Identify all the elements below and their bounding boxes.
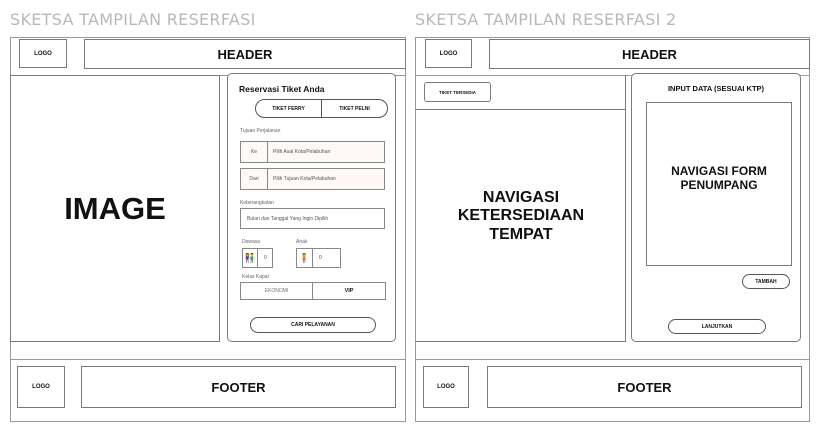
footer-divider [10,359,406,360]
ticket-type-toggle: TIKET FERRY TIKET PELNI [255,99,388,118]
image-placeholder: IMAGE [10,75,220,342]
tab-ticket-ferry[interactable]: TIKET FERRY [256,100,322,117]
adult-value: 0 [264,255,267,261]
footer-divider-2 [415,359,810,360]
adult-label: Dewasa [242,239,261,245]
footer-logo[interactable]: LOGO [17,366,65,408]
child-label: Anak [296,239,308,245]
tab-ticket-pelni[interactable]: TIKET PELNI [322,100,387,117]
class-selector: EKONOMI VIP [240,282,386,300]
child-counter[interactable]: 🧍 0 [296,248,341,268]
passenger-form-area: NAVIGASI FORM PENUMPANG [646,102,792,266]
class-economy-option[interactable]: EKONOMI [241,283,313,299]
child-value: 0 [319,255,322,261]
to-label: Ke [241,142,268,162]
footer-2: FOOTER [487,366,802,408]
class-label: Kelas Kapal [242,274,269,280]
add-button[interactable]: TAMBAH [742,274,790,289]
footer: FOOTER [81,366,396,408]
footer-logo-2[interactable]: LOGO [423,366,469,408]
search-service-button[interactable]: CARI PELAYANAN [250,317,376,333]
passenger-form-navigation: NAVIGASI FORM PENUMPANG [671,164,767,192]
input-data-title: INPUT DATA (SESUAI KTP) [667,84,765,93]
sketch1-title: SKETSA TAMPILAN RESERFASI [10,10,256,29]
adults-icon: 👫 [243,249,258,267]
header: HEADER [84,39,406,69]
from-field[interactable]: Dari Pilih Tujuan Kota/Pelabuhan [240,168,385,190]
to-placeholder: Pilih Asal Kota/Pelabuhan [273,149,331,155]
continue-button[interactable]: LANJUTKAN [668,319,766,334]
from-label: Dari [241,169,268,189]
departure-date-field[interactable]: Bulan dan Tanggal Yang Ingin Dipilih [240,208,385,229]
to-field[interactable]: Ke Pilih Asal Kota/Pelabuhan [240,141,385,163]
available-tickets-tab[interactable]: TIKET TERSEDIA [424,82,491,102]
child-icon: 🧍 [297,249,313,267]
header-2: HEADER [489,39,810,69]
tab-divider [415,109,626,110]
destination-label: Tujuan Perjalanan [240,128,281,134]
form-title: Reservasi Tiket Anda [239,84,325,94]
adult-counter[interactable]: 👫 0 [242,248,273,268]
reservation-form: Reservasi Tiket Anda TIKET FERRY TIKET P… [227,73,396,342]
availability-navigation: NAVIGASI KETERSEDIAAN TEMPAT [457,189,585,243]
departure-label: Keberangkatan [240,200,274,206]
passenger-input-panel: INPUT DATA (SESUAI KTP) NAVIGASI FORM PE… [631,73,801,342]
header-logo-2[interactable]: LOGO [425,39,472,68]
class-vip-option[interactable]: VIP [313,283,385,299]
header-logo[interactable]: LOGO [19,39,67,68]
from-placeholder: Pilih Tujuan Kota/Pelabuhan [273,176,336,182]
sketch2-title: SKETSA TAMPILAN RESERFASI 2 [415,10,677,29]
